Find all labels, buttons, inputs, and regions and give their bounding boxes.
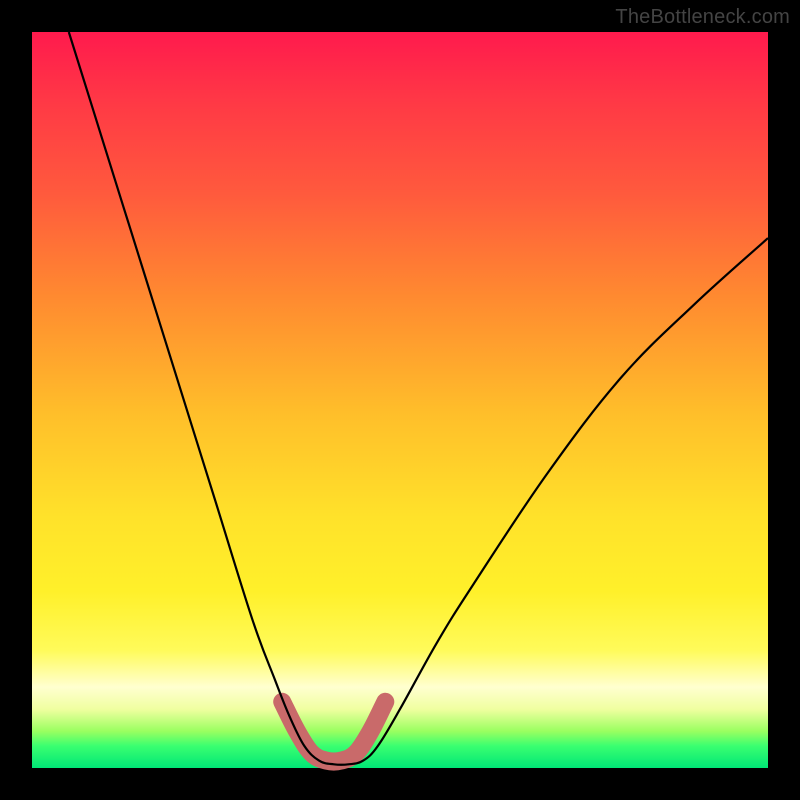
plot-area	[32, 32, 768, 768]
watermark-text: TheBottleneck.com	[615, 6, 790, 29]
chart-frame: TheBottleneck.com	[0, 0, 800, 800]
bottleneck-curve	[69, 32, 768, 765]
chart-svg	[32, 32, 768, 768]
